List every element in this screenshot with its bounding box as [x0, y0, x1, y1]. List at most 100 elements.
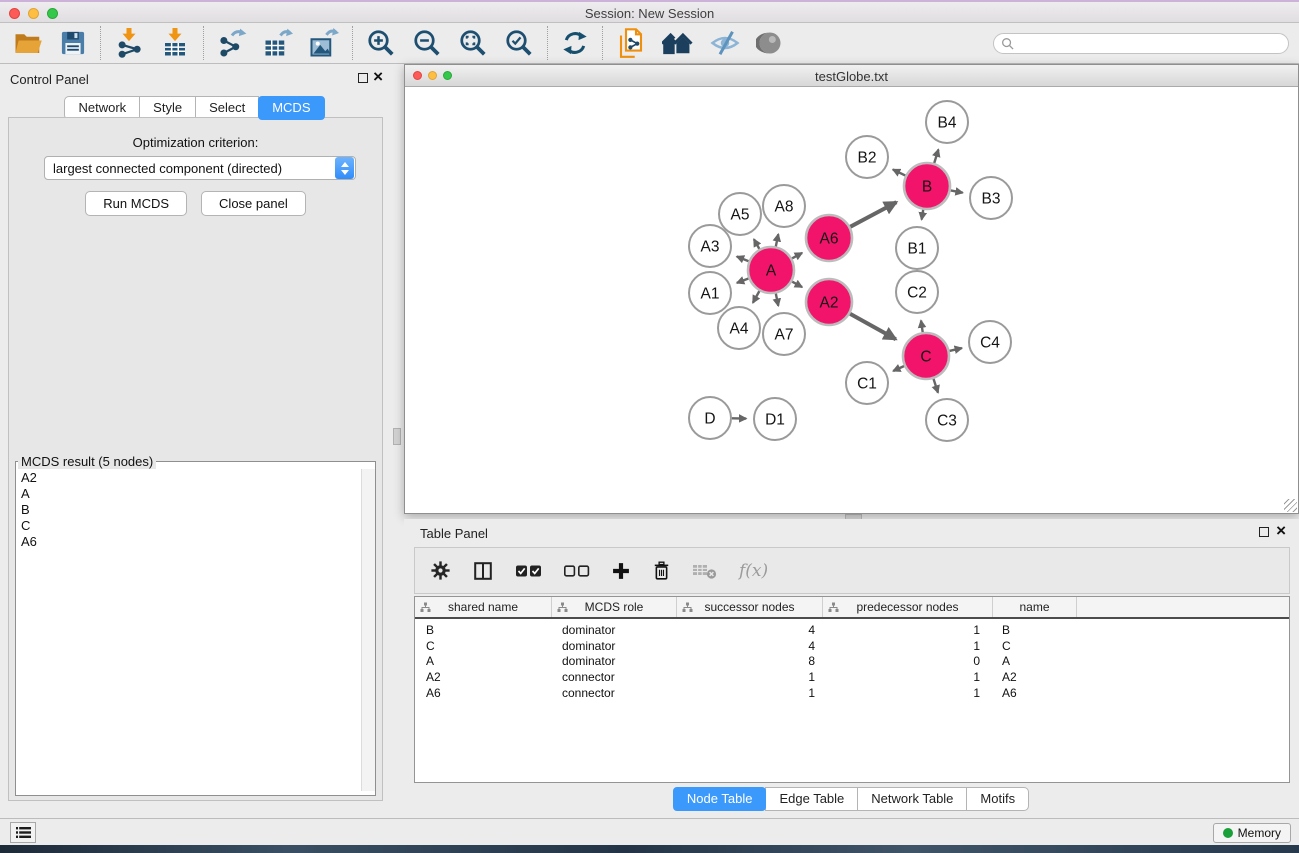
table-cell[interactable]: B — [993, 623, 1077, 637]
graph-edge-A-A4[interactable] — [753, 291, 760, 303]
table-cell[interactable]: 1 — [823, 639, 993, 653]
table-cell[interactable]: A2 — [993, 670, 1077, 684]
graph-node-B1[interactable]: B1 — [896, 227, 938, 269]
show-panels-button[interactable] — [10, 822, 36, 843]
network-window-titlebar[interactable]: testGlobe.txt — [405, 65, 1298, 87]
network-canvas[interactable]: B4B2BB3A5A8A6B1A3AA1A2C2A4A7C4CC1C3DD1 — [405, 88, 1298, 513]
float-panel-icon[interactable] — [358, 73, 368, 83]
export-table-icon[interactable] — [263, 28, 293, 58]
result-item[interactable]: B — [16, 502, 361, 518]
table-cell[interactable]: 1 — [677, 686, 823, 700]
graph-node-C2[interactable]: C2 — [896, 271, 938, 313]
split-table-icon[interactable] — [472, 560, 494, 582]
memory-button[interactable]: Memory — [1213, 823, 1291, 843]
column-settings-gear-icon[interactable] — [430, 560, 451, 581]
table-cell[interactable]: 1 — [823, 670, 993, 684]
select-all-checkboxes-icon[interactable] — [515, 563, 542, 579]
close-panel-button[interactable]: Close panel — [201, 191, 306, 216]
table-cell[interactable]: B — [415, 623, 552, 637]
graph-edge-C-C4[interactable] — [949, 348, 962, 351]
graph-edge-A-A3[interactable] — [737, 257, 749, 262]
zoom-fit-icon[interactable] — [458, 28, 488, 58]
table-cell[interactable]: connector — [552, 686, 677, 700]
zoom-selected-icon[interactable] — [504, 28, 534, 58]
table-cell[interactable]: 0 — [823, 654, 993, 668]
close-table-panel-icon[interactable]: × — [1276, 526, 1286, 536]
import-table-icon[interactable] — [160, 28, 190, 58]
hide-selected-icon[interactable] — [710, 28, 740, 58]
zoom-in-icon[interactable] — [366, 28, 396, 58]
graph-edge-B-B2[interactable] — [893, 170, 906, 176]
table-row[interactable]: Cdominator41C — [415, 638, 1289, 654]
graph-node-A1[interactable]: A1 — [689, 272, 731, 314]
splitter-handle[interactable] — [393, 428, 401, 445]
add-column-icon[interactable] — [611, 561, 631, 581]
graph-node-A2[interactable]: A2 — [806, 279, 852, 325]
tab-mcds[interactable]: MCDS — [258, 96, 324, 120]
graph-edge-B-B4[interactable] — [934, 150, 938, 164]
table-cell[interactable]: A6 — [993, 686, 1077, 700]
graph-node-B[interactable]: B — [904, 163, 950, 209]
duplicate-network-icon[interactable] — [616, 28, 646, 58]
graph-node-D[interactable]: D — [689, 397, 731, 439]
graph-node-B4[interactable]: B4 — [926, 101, 968, 143]
result-item[interactable]: C — [16, 518, 361, 534]
graph-node-A6[interactable]: A6 — [806, 215, 852, 261]
graph-edge-A-A2[interactable] — [792, 282, 802, 288]
column-header-name[interactable]: name — [993, 597, 1077, 617]
table-cell[interactable]: A — [415, 654, 552, 668]
column-header-successor-nodes[interactable]: successor nodes — [677, 597, 823, 617]
float-table-panel-icon[interactable] — [1259, 527, 1269, 537]
table-cell[interactable]: dominator — [552, 639, 677, 653]
table-cell[interactable]: 1 — [823, 623, 993, 637]
function-builder-icon[interactable]: f(x) — [739, 561, 768, 581]
close-panel-icon[interactable]: × — [373, 72, 383, 82]
graph-edge-A-A6[interactable] — [792, 253, 802, 259]
graph-edge-C-C1[interactable] — [893, 366, 904, 371]
table-cell[interactable]: 1 — [677, 670, 823, 684]
graph-node-A3[interactable]: A3 — [689, 225, 731, 267]
result-list-scrollbar[interactable] — [361, 469, 375, 791]
resize-grip[interactable] — [1284, 499, 1297, 512]
graph-node-D1[interactable]: D1 — [754, 398, 796, 440]
open-file-icon[interactable] — [13, 28, 43, 58]
graph-edge-A2-C[interactable] — [850, 314, 896, 340]
table-cell[interactable]: A2 — [415, 670, 552, 684]
deselect-all-checkboxes-icon[interactable] — [563, 563, 590, 579]
graph-node-C[interactable]: C — [903, 333, 949, 379]
show-all-networks-icon[interactable] — [662, 28, 694, 58]
table-row[interactable]: Adominator80A — [415, 654, 1289, 670]
column-header-predecessor-nodes[interactable]: predecessor nodes — [823, 597, 993, 617]
export-image-icon[interactable] — [309, 28, 339, 58]
table-cell[interactable]: 4 — [677, 639, 823, 653]
save-session-icon[interactable] — [59, 29, 87, 57]
vertical-splitter[interactable] — [390, 64, 404, 818]
table-cell[interactable]: C — [415, 639, 552, 653]
result-item[interactable]: A2 — [16, 470, 361, 486]
table-cell[interactable]: A6 — [415, 686, 552, 700]
graph-node-C3[interactable]: C3 — [926, 399, 968, 441]
table-row[interactable]: A2connector11A2 — [415, 669, 1289, 685]
search-input[interactable] — [1014, 35, 1288, 52]
tab-motifs[interactable]: Motifs — [966, 787, 1029, 811]
table-row[interactable]: Bdominator41B — [415, 622, 1289, 638]
graph-node-C1[interactable]: C1 — [846, 362, 888, 404]
table-cell[interactable]: dominator — [552, 623, 677, 637]
graph-node-B3[interactable]: B3 — [970, 177, 1012, 219]
graph-edge-A-A8[interactable] — [776, 234, 779, 246]
delete-column-icon[interactable] — [652, 560, 671, 581]
table-cell[interactable]: A — [993, 654, 1077, 668]
graph-edge-B-B1[interactable] — [922, 210, 924, 220]
table-cell[interactable]: C — [993, 639, 1077, 653]
graph-edge-A-A5[interactable] — [754, 239, 760, 249]
zoom-out-icon[interactable] — [412, 28, 442, 58]
apply-layout-icon[interactable] — [561, 29, 589, 57]
table-cell[interactable]: dominator — [552, 654, 677, 668]
criterion-dropdown[interactable]: largest connected component (directed) — [44, 156, 356, 180]
graph-node-A5[interactable]: A5 — [719, 193, 761, 235]
tab-edge-table[interactable]: Edge Table — [765, 787, 858, 811]
tab-network-table[interactable]: Network Table — [857, 787, 967, 811]
graph-node-A8[interactable]: A8 — [763, 185, 805, 227]
table-cell[interactable]: connector — [552, 670, 677, 684]
table-row[interactable]: A6connector11A6 — [415, 685, 1289, 701]
